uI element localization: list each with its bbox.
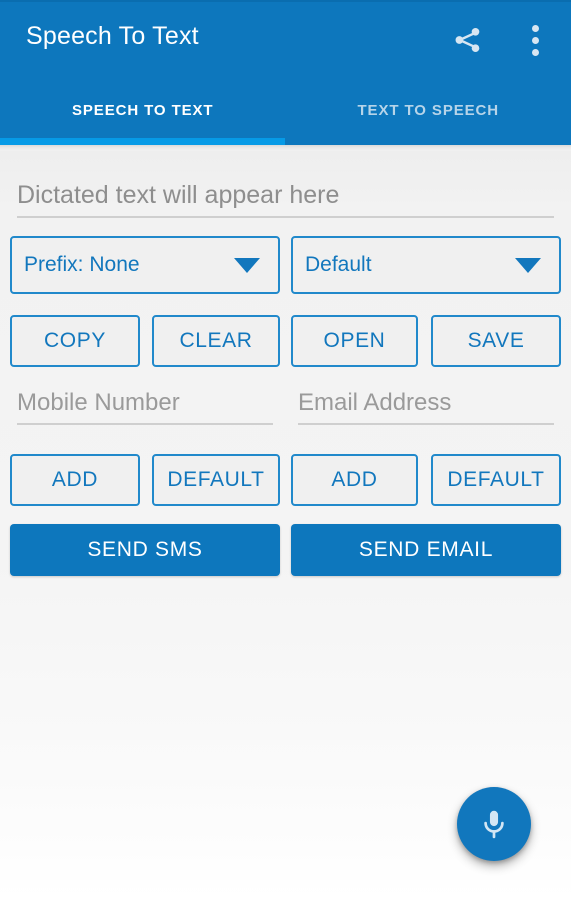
default-email-button[interactable]: DEFAULT <box>431 454 561 506</box>
add-mobile-button-label: ADD <box>51 468 99 491</box>
save-button-label: SAVE <box>467 329 525 352</box>
send-email-button-label: SEND EMAIL <box>358 538 494 561</box>
open-button-label: OPEN <box>323 329 386 352</box>
send-sms-button-label: SEND SMS <box>87 538 203 561</box>
prefix-spinner[interactable]: Prefix: None <box>10 236 280 294</box>
clear-button[interactable]: CLEAR <box>152 315 280 367</box>
copy-button[interactable]: COPY <box>10 315 140 367</box>
tab-text-to-speech[interactable]: TEXT TO SPEECH <box>286 84 571 145</box>
overflow-menu-button[interactable] <box>513 16 557 64</box>
tab-label: TEXT TO SPEECH <box>357 102 499 119</box>
open-button[interactable]: OPEN <box>291 315 418 367</box>
voice-spinner[interactable]: Default <box>291 236 561 294</box>
tab-bar: SPEECH TO TEXT TEXT TO SPEECH <box>0 84 571 145</box>
app-bar-actions <box>445 16 557 64</box>
app-bar: Speech To Text <box>0 0 571 84</box>
mobile-number-input[interactable]: Mobile Number <box>17 383 273 425</box>
voice-spinner-label: Default <box>305 253 372 276</box>
tab-indicator <box>0 138 285 145</box>
email-address-placeholder: Email Address <box>298 389 452 416</box>
tab-speech-to-text[interactable]: SPEECH TO TEXT <box>0 84 286 145</box>
chevron-down-icon <box>515 257 541 273</box>
mobile-number-placeholder: Mobile Number <box>17 389 180 416</box>
dictated-text-input[interactable]: Dictated text will appear here <box>17 174 554 218</box>
save-button[interactable]: SAVE <box>431 315 561 367</box>
send-email-button[interactable]: SEND EMAIL <box>291 524 561 576</box>
more-vert-icon <box>531 24 539 56</box>
prefix-spinner-label: Prefix: None <box>24 253 140 276</box>
page-title: Speech To Text <box>26 22 199 50</box>
default-email-button-label: DEFAULT <box>447 468 545 491</box>
microphone-fab[interactable] <box>457 787 531 861</box>
send-sms-button[interactable]: SEND SMS <box>10 524 280 576</box>
tab-label: SPEECH TO TEXT <box>71 102 214 119</box>
add-mobile-button[interactable]: ADD <box>10 454 140 506</box>
status-bar-strip <box>0 0 571 2</box>
clear-button-label: CLEAR <box>179 329 253 352</box>
dictated-text-placeholder: Dictated text will appear here <box>17 180 340 209</box>
share-icon <box>455 27 480 53</box>
add-email-button-label: ADD <box>331 468 378 491</box>
default-mobile-button[interactable]: DEFAULT <box>152 454 280 506</box>
default-mobile-button-label: DEFAULT <box>167 468 265 491</box>
add-email-button[interactable]: ADD <box>291 454 418 506</box>
email-address-input[interactable]: Email Address <box>298 383 554 425</box>
copy-button-label: COPY <box>44 329 106 352</box>
share-button[interactable] <box>445 16 489 64</box>
microphone-icon <box>484 810 504 839</box>
app-screen: Speech To Text SPEECH TO TEXT TEXT TO SP… <box>0 0 571 900</box>
chevron-down-icon <box>234 257 260 273</box>
